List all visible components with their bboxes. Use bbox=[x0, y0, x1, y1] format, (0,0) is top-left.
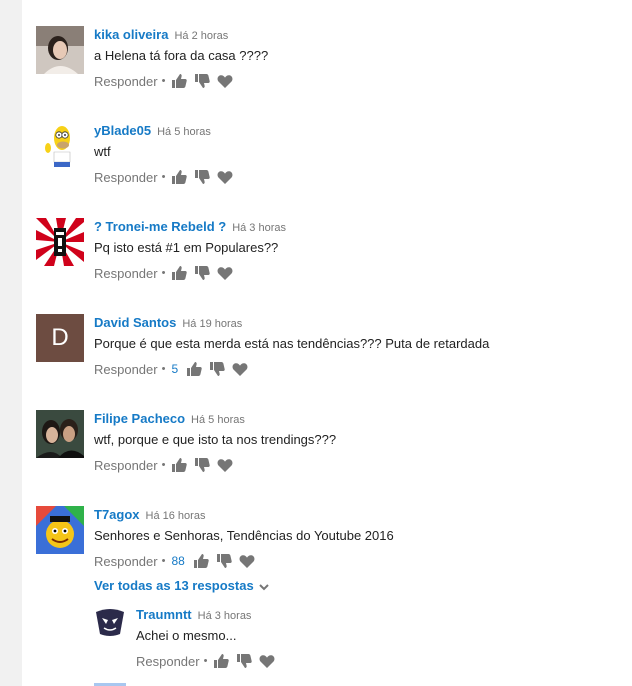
separator-dot: • bbox=[161, 555, 166, 567]
thumbs-up-icon[interactable] bbox=[193, 553, 209, 569]
reply-button[interactable]: Responder bbox=[136, 654, 200, 669]
comment-item: Filipe Pacheco Há 5 horas wtf, porque e q… bbox=[36, 410, 632, 480]
comment-time[interactable]: Há 5 horas bbox=[191, 414, 245, 426]
thumbs-down-icon[interactable] bbox=[194, 457, 211, 473]
reply-button[interactable]: Responder bbox=[94, 554, 158, 569]
separator-dot: • bbox=[161, 267, 166, 279]
comment-actions: Responder • bbox=[94, 72, 624, 90]
comment-item: yBlade05 Há 5 horas wtf Responder • bbox=[36, 122, 632, 192]
comment-author[interactable]: David Santos bbox=[94, 315, 176, 330]
heart-icon[interactable] bbox=[232, 361, 248, 377]
thumbs-down-icon[interactable] bbox=[216, 553, 232, 569]
reply-button[interactable]: Responder bbox=[94, 266, 158, 281]
chevron-down-icon bbox=[258, 583, 269, 590]
comment-author[interactable]: Traumntt bbox=[136, 607, 192, 622]
thumbs-down-icon[interactable] bbox=[194, 73, 211, 89]
comment-author[interactable]: ? Tronei-me Rebeld ? bbox=[94, 219, 226, 234]
thumbs-down-icon[interactable] bbox=[194, 265, 211, 281]
comment-actions: Responder • 5 bbox=[94, 360, 624, 378]
thumbs-down-icon[interactable] bbox=[236, 653, 253, 669]
thumbs-up-icon[interactable] bbox=[171, 265, 188, 281]
view-replies-link[interactable]: Ver todas as 13 respostas bbox=[94, 578, 270, 593]
thumbs-up-icon[interactable] bbox=[213, 653, 230, 669]
heart-icon[interactable] bbox=[259, 653, 275, 669]
thumbs-up-icon[interactable] bbox=[171, 73, 188, 89]
heart-icon[interactable] bbox=[217, 169, 233, 185]
avatar[interactable] bbox=[36, 506, 84, 554]
comment-time[interactable]: Há 19 horas bbox=[182, 318, 242, 330]
reply-button[interactable]: Responder bbox=[94, 170, 158, 185]
comment-author[interactable]: Filipe Pacheco bbox=[94, 411, 185, 426]
comment-author[interactable]: T7agox bbox=[94, 507, 140, 522]
comment-time[interactable]: Há 2 horas bbox=[174, 30, 228, 42]
separator-dot: • bbox=[161, 459, 166, 471]
view-replies-label: Ver todas as 13 respostas bbox=[94, 578, 254, 593]
comment-item: T7agox Há 16 horas Senhores e Senhoras, T… bbox=[36, 506, 632, 576]
comment-actions: Responder • 88 bbox=[94, 552, 624, 570]
thumbs-up-icon[interactable] bbox=[171, 457, 188, 473]
comment-text: Porque é que esta merda está nas tendênc… bbox=[94, 336, 490, 351]
avatar[interactable]: D bbox=[36, 314, 84, 362]
avatar[interactable] bbox=[36, 26, 84, 74]
reply-item: Traumntt Há 3 horas Achei o mesmo... Resp… bbox=[94, 606, 624, 669]
heart-icon[interactable] bbox=[217, 73, 233, 89]
comment-actions: Responder • bbox=[136, 652, 632, 670]
separator-dot: • bbox=[161, 75, 166, 87]
avatar[interactable] bbox=[94, 606, 126, 638]
reply-button[interactable]: Responder bbox=[94, 458, 158, 473]
comment-actions: Responder • bbox=[94, 456, 624, 474]
comments-section: kika oliveira Há 2 horas a Helena tá fora… bbox=[22, 0, 632, 686]
thumbs-down-icon[interactable] bbox=[194, 169, 211, 185]
comment-text: a Helena tá fora da casa ???? bbox=[94, 48, 269, 63]
comment-actions: Responder • bbox=[94, 168, 624, 186]
separator-dot: • bbox=[203, 655, 208, 667]
avatar[interactable] bbox=[36, 218, 84, 266]
comment-text: Senhores e Senhoras, Tendências do Youtu… bbox=[94, 528, 394, 543]
comment-time[interactable]: Há 3 horas bbox=[198, 610, 252, 622]
comment-text: wtf bbox=[94, 144, 111, 159]
separator-dot: • bbox=[161, 363, 166, 375]
comment-item: kika oliveira Há 2 horas a Helena tá fora… bbox=[36, 26, 632, 96]
comment-time[interactable]: Há 3 horas bbox=[232, 222, 286, 234]
comment-item: D David Santos Há 19 horas Porque é que e… bbox=[36, 314, 632, 384]
heart-icon[interactable] bbox=[217, 457, 233, 473]
separator-dot: • bbox=[161, 171, 166, 183]
reply-button[interactable]: Responder bbox=[94, 74, 158, 89]
avatar-initial: D bbox=[51, 324, 69, 351]
comment-time[interactable]: Há 16 horas bbox=[146, 510, 206, 522]
like-count: 5 bbox=[171, 362, 179, 376]
avatar[interactable] bbox=[36, 122, 84, 170]
thumbs-down-icon[interactable] bbox=[209, 361, 225, 377]
comment-author[interactable]: yBlade05 bbox=[94, 123, 151, 138]
comment-author[interactable]: kika oliveira bbox=[94, 27, 168, 42]
comment-text: Pq isto está #1 em Populares?? bbox=[94, 240, 279, 255]
heart-icon[interactable] bbox=[217, 265, 233, 281]
heart-icon[interactable] bbox=[239, 553, 255, 569]
comment-item: ? Tronei-me Rebeld ? Há 3 horas Pq isto e… bbox=[36, 218, 632, 288]
reply-button[interactable]: Responder bbox=[94, 362, 158, 377]
thumbs-up-icon[interactable] bbox=[171, 169, 188, 185]
like-count: 88 bbox=[171, 554, 185, 568]
comment-time[interactable]: Há 5 horas bbox=[157, 126, 211, 138]
comment-text: Achei o mesmo... bbox=[136, 628, 237, 643]
avatar[interactable] bbox=[36, 410, 84, 458]
thumbs-up-icon[interactable] bbox=[186, 361, 202, 377]
comment-text: wtf, porque e que isto ta nos trendings?… bbox=[94, 432, 337, 447]
comment-actions: Responder • bbox=[94, 264, 624, 282]
